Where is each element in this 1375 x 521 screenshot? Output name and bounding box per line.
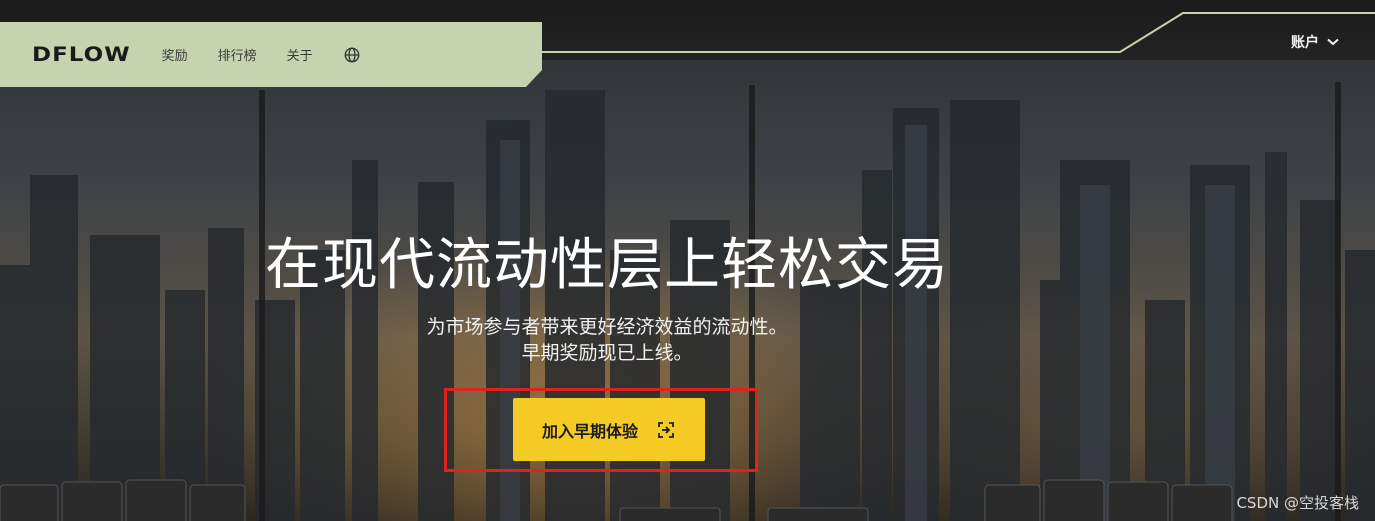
- globe-icon[interactable]: [343, 46, 361, 64]
- join-early-access-button[interactable]: 加入早期体验: [513, 398, 705, 461]
- nav-link-about[interactable]: 关于: [287, 45, 313, 64]
- account-menu[interactable]: 账户: [1291, 32, 1339, 52]
- hero-subtitle-line-1: 为市场参与者带来更好经济效益的流动性。: [426, 316, 788, 338]
- join-early-access-label: 加入早期体验: [541, 421, 638, 441]
- nav-link-rewards[interactable]: 奖励: [162, 45, 188, 64]
- nav-link-leaderboard[interactable]: 排行榜: [218, 45, 257, 64]
- hero-title: 在现代流动性层上轻松交易: [265, 233, 949, 298]
- nav-bar: DFLOW 奖励 排行榜 关于: [0, 22, 542, 87]
- watermark: CSDN @空投客栈: [1236, 494, 1359, 512]
- hero-subtitle: 为市场参与者带来更好经济效益的流动性。 早期奖励现已上线。: [0, 314, 1214, 366]
- chevron-down-icon: [1327, 38, 1339, 46]
- hero-subtitle-line-2: 早期奖励现已上线。: [521, 342, 693, 364]
- enter-icon: [658, 421, 674, 438]
- account-label: 账户: [1291, 35, 1319, 51]
- dflow-logo[interactable]: DFLOW: [32, 43, 131, 65]
